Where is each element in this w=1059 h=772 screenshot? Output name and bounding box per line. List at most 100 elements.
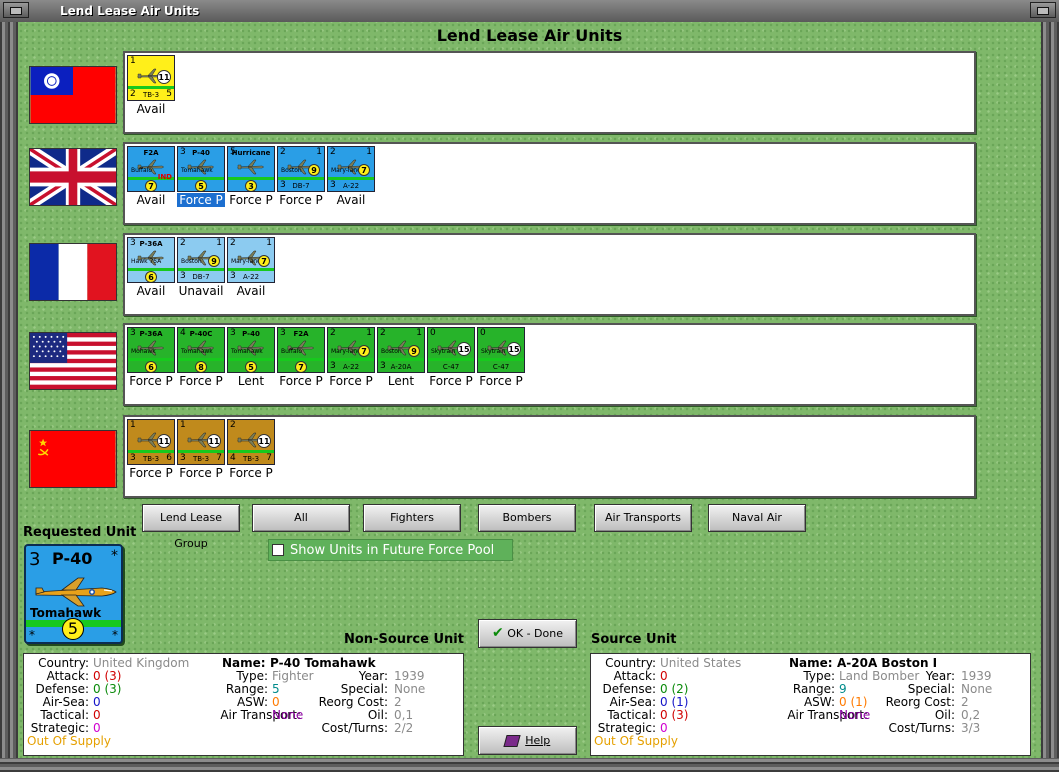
- unit-designation: C-47: [442, 363, 460, 371]
- unit-counter-face[interactable]: 1 3 TB-3 7 11: [177, 419, 225, 465]
- unit-counter-face[interactable]: 1 3 TB-3 6 11: [127, 419, 175, 465]
- title-bar[interactable]: Lend Lease Air Units: [0, 0, 1059, 23]
- restore-window-icon[interactable]: [1030, 2, 1056, 18]
- usa-units-panel[interactable]: 3 P-36A Mohawk 6 Force P 4 P-40C Tomahawk 8 Force…: [123, 323, 976, 406]
- ussr-units-panel[interactable]: 1 3 TB-3 6 11 Force P 1 3 TB-3 7 11 Force P 2 4 TB-3 7 1…: [123, 415, 976, 498]
- unit-nickname: Buffalo: [281, 348, 303, 355]
- unit-attack: 2: [230, 238, 236, 248]
- ok-done-button[interactable]: ✔ OK - Done: [478, 619, 577, 648]
- unit-status[interactable]: Force P: [221, 466, 281, 480]
- lend-lease-group-button[interactable]: Lend Lease Group: [142, 504, 240, 550]
- unit-counter[interactable]: 3 P-36A Mohawk 6 Force P: [127, 327, 175, 388]
- unit-counter[interactable]: 1 2 TB-3 5 11 Avail: [127, 55, 175, 116]
- unit-counter-face[interactable]: 1 2 TB-3 5 11: [127, 55, 175, 101]
- unit-counter-face[interactable]: 0 Skytrain C-47 15: [427, 327, 475, 373]
- unit-counter-face[interactable]: 3 P-36A Mohawk 6: [127, 327, 175, 373]
- future-force-pool-checkbox[interactable]: [272, 544, 284, 556]
- s-tactical-extra: (3): [671, 708, 689, 722]
- unit-counter-face[interactable]: 2 1 Mary-land 3 A-22 7: [227, 237, 275, 283]
- unit-counter[interactable]: 1 3 TB-3 7 11 Force P: [177, 419, 225, 480]
- unit-counter[interactable]: 0 Skytrain C-47 15 Force P: [477, 327, 525, 388]
- unit-status[interactable]: Force P: [177, 193, 225, 207]
- unit-status[interactable]: Avail: [121, 102, 181, 116]
- unit-counter-face[interactable]: 5 Hurricane 3: [227, 146, 275, 192]
- ns-costturns-value: 2/2: [394, 721, 414, 735]
- unit-counter[interactable]: F2A Buffalo IND 7 Avail: [127, 146, 175, 207]
- unit-counter[interactable]: 5 Hurricane 3 Force P: [227, 146, 275, 207]
- unit-counter-face[interactable]: 3 P-40 Tomahawk 5: [227, 327, 275, 373]
- requested-unit-subname: Tomahawk: [30, 606, 102, 620]
- all-filter-button[interactable]: All: [252, 504, 350, 532]
- unit-counter[interactable]: 1 3 TB-3 6 11 Force P: [127, 419, 175, 480]
- s-costturns-label: Cost/Turns:: [888, 721, 955, 735]
- unit-counter[interactable]: 2 1 Mary-land 3 A-22 7 Avail: [227, 237, 275, 298]
- unit-counter-face[interactable]: 3 F2A Buffalo 7: [277, 327, 325, 373]
- s-country-value: United States: [660, 656, 742, 670]
- unit-defense: 1: [366, 147, 372, 157]
- ns-supply-status: Out Of Supply: [27, 734, 111, 748]
- france-units-panel[interactable]: 3 P-36A Hawk 75A 6 Avail 2 1 Boston 3 DB-7 9 Unavai…: [123, 233, 976, 316]
- unit-range: 9: [308, 164, 320, 176]
- air-transports-filter-button[interactable]: Air Transports: [594, 504, 692, 532]
- unit-status[interactable]: Avail: [321, 193, 381, 207]
- unit-range: 5: [245, 361, 257, 372]
- unit-counter[interactable]: 2 1 Mary-land 3 A-22 7 Force P: [327, 327, 375, 388]
- unit-bottom-right: 7: [216, 453, 222, 463]
- unit-counter[interactable]: 4 P-40C Tomahawk 8 Force P: [177, 327, 225, 388]
- unit-attack: 2: [380, 328, 386, 338]
- fighters-filter-button[interactable]: Fighters: [363, 504, 461, 532]
- unit-counter[interactable]: 3 P-40 Tomahawk 5 Lent: [227, 327, 275, 388]
- system-menu-icon[interactable]: [3, 2, 29, 18]
- unit-attack: 0: [480, 328, 486, 338]
- requested-unit-star: *: [111, 548, 118, 564]
- unit-counter-face[interactable]: 4 P-40C Tomahawk 8: [177, 327, 225, 373]
- unit-model: P-36A: [139, 240, 163, 248]
- unit-range: 5: [195, 180, 207, 191]
- s-airsea-extra: (1): [671, 695, 689, 709]
- unit-counter-face[interactable]: 2 1 Mary-land 3 A-22 7: [327, 327, 375, 373]
- unit-status[interactable]: Force P: [471, 374, 531, 388]
- china-units-panel[interactable]: 1 2 TB-3 5 11 Avail: [123, 51, 976, 134]
- requested-unit-star-right: *: [112, 628, 118, 642]
- s-supply-status: Out Of Supply: [594, 734, 678, 748]
- unit-counter[interactable]: 0 Skytrain C-47 15 Force P: [427, 327, 475, 388]
- unit-counter[interactable]: 3 P-40 Tomahawk 5 Force P: [177, 146, 225, 207]
- unit-range: 7: [295, 361, 307, 372]
- future-force-pool-toggle[interactable]: Show Units in Future Force Pool: [268, 539, 513, 561]
- unit-status[interactable]: Avail: [121, 193, 181, 207]
- unit-attack: 1: [130, 56, 136, 66]
- unit-counter[interactable]: 2 4 TB-3 7 11 Force P: [227, 419, 275, 480]
- unit-counter-face[interactable]: 3 P-40 Tomahawk 5: [177, 146, 225, 192]
- unit-range: 7: [145, 180, 157, 191]
- china-flag-icon: [29, 66, 117, 124]
- unit-nickname: Buffalo: [131, 167, 153, 174]
- unit-counter[interactable]: 2 1 Boston 3 DB-7 9 Force P: [277, 146, 325, 207]
- unit-designation: A-22: [342, 182, 360, 190]
- unit-counter-face[interactable]: 3 P-36A Hawk 75A 6: [127, 237, 175, 283]
- unit-counter[interactable]: 2 1 Mary-land 3 A-22 7 Avail: [327, 146, 375, 207]
- unit-counter[interactable]: 2 1 Boston 3 DB-7 9 Unavail: [177, 237, 225, 298]
- unit-range: 11: [207, 434, 221, 448]
- bombers-filter-button[interactable]: Bombers: [478, 504, 576, 532]
- unit-counter-face[interactable]: 2 1 Boston 3 DB-7 9: [177, 237, 225, 283]
- unit-status[interactable]: Avail: [221, 284, 281, 298]
- unit-attack: 1: [130, 420, 136, 430]
- unit-counter-face[interactable]: 0 Skytrain C-47 15: [477, 327, 525, 373]
- unit-range: 15: [507, 342, 521, 356]
- requested-unit-star-left: *: [29, 628, 35, 642]
- help-button[interactable]: Help: [478, 726, 577, 755]
- unit-green-stripe: [478, 358, 524, 361]
- unit-model: Hurricane: [231, 149, 271, 157]
- unit-counter[interactable]: 3 P-36A Hawk 75A 6 Avail: [127, 237, 175, 298]
- unit-counter-face[interactable]: 2 1 Boston 3 A-20A 9: [377, 327, 425, 373]
- uk-units-panel[interactable]: F2A Buffalo IND 7 Avail 3 P-40 Tomahawk 5 Force P…: [123, 142, 976, 225]
- unit-counter-face[interactable]: F2A Buffalo IND 7: [127, 146, 175, 192]
- unit-counter-face[interactable]: 2 1 Boston 3 DB-7 9: [277, 146, 325, 192]
- unit-counter-face[interactable]: 2 4 TB-3 7 11: [227, 419, 275, 465]
- naval-air-filter-button[interactable]: Naval Air: [708, 504, 806, 532]
- unit-counter[interactable]: 3 F2A Buffalo 7 Force P: [277, 327, 325, 388]
- unit-designation: A-22: [242, 273, 260, 281]
- unit-counter[interactable]: 2 1 Boston 3 A-20A 9 Lent: [377, 327, 425, 388]
- unit-counter-face[interactable]: 2 1 Mary-land 3 A-22 7: [327, 146, 375, 192]
- unit-nickname: Boston: [181, 258, 202, 265]
